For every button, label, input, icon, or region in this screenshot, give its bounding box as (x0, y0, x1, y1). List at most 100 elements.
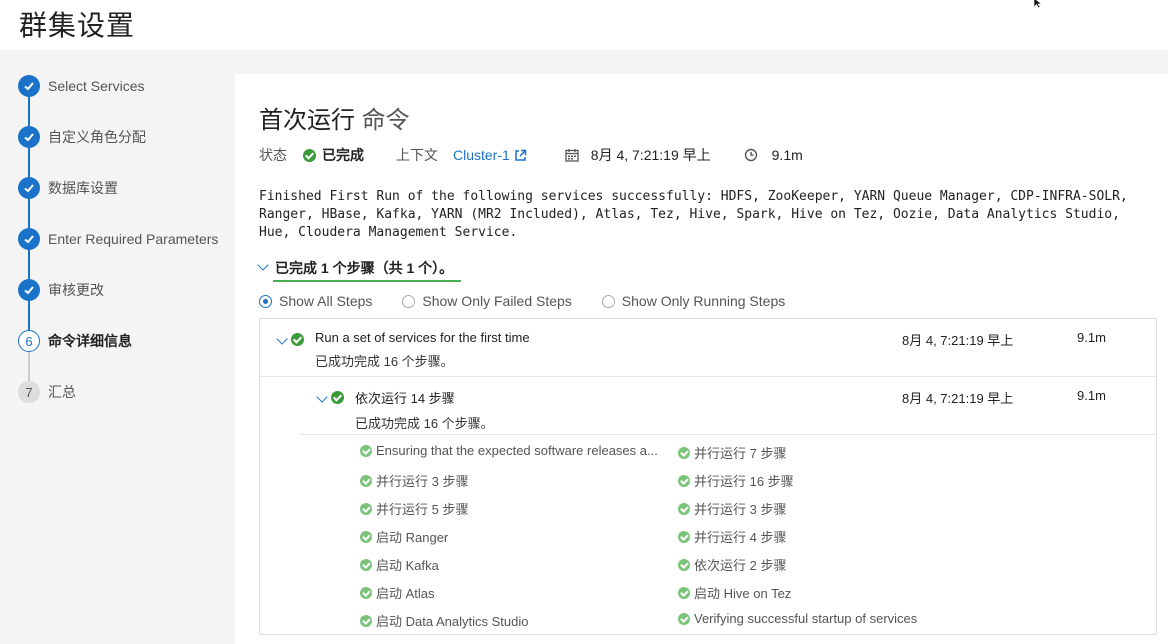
check-icon (18, 177, 40, 199)
external-link-icon[interactable] (514, 149, 527, 162)
top-header: 群集设置 (0, 0, 1168, 50)
command-title-suffix: 命令 (361, 107, 410, 134)
substep-item[interactable]: 启动 Hive on Tez (678, 583, 791, 602)
success-icon (360, 444, 372, 457)
page-title: 群集设置 (19, 10, 136, 41)
success-icon (678, 474, 690, 487)
success-icon (360, 502, 372, 515)
mouse-cursor-icon (1033, 0, 1043, 8)
step-row-child[interactable]: 依次运行 14 步骤 已成功完成 16 个步骤。 (355, 388, 494, 432)
step-number: 6 (18, 330, 40, 352)
step-title: 依次运行 14 步骤 (355, 391, 455, 406)
radio-icon[interactable] (601, 294, 615, 308)
clock-icon (744, 148, 757, 162)
success-icon (678, 586, 690, 599)
calendar-icon (565, 149, 579, 162)
context-link[interactable]: Cluster-1 (453, 147, 510, 163)
wizard-step-database-setup[interactable]: 数据库设置 (18, 176, 118, 200)
step-number: 7 (18, 381, 40, 403)
wizard-connector (28, 249, 30, 279)
check-icon (18, 279, 40, 301)
wizard-connector (28, 147, 30, 177)
substep-item[interactable]: 启动 Ranger (360, 527, 448, 546)
substep-item[interactable]: 并行运行 7 步骤 (678, 443, 786, 462)
command-details-panel: 首次运行 命令 状态 已完成 上下文 Cluster-1 8月 4, 7:21:… (235, 74, 1168, 644)
wizard-connector (28, 300, 30, 330)
step-time: 8月 4, 7:21:19 早上 (902, 333, 1014, 348)
success-icon (303, 148, 316, 162)
substep-item[interactable]: 启动 Data Analytics Studio (360, 611, 528, 630)
wizard-step-select-services[interactable]: Select Services (18, 74, 144, 98)
substep-item[interactable]: 启动 Kafka (360, 555, 439, 574)
success-icon (678, 446, 690, 459)
wizard-connector (28, 96, 30, 126)
wizard-step-command-details[interactable]: 6 命令详细信息 (18, 329, 132, 353)
substep-item[interactable]: 并行运行 5 步骤 (360, 499, 468, 518)
substep-item[interactable]: 依次运行 2 步骤 (678, 555, 786, 574)
wizard-sidebar: Select Services 自定义角色分配 数据库设置 Enter Requ… (0, 60, 235, 644)
wizard-step-label: 汇总 (48, 384, 76, 400)
success-icon (291, 333, 304, 346)
filter-all-steps[interactable]: Show All Steps (259, 293, 372, 309)
wizard-connector (28, 198, 30, 228)
step-duration: 9.1m (1077, 388, 1106, 403)
substep-item[interactable]: 并行运行 3 步骤 (678, 499, 786, 518)
step-subtitle: 已成功完成 16 个步骤。 (355, 416, 494, 431)
status-label: 状态 (259, 147, 287, 163)
row-divider (260, 376, 1156, 377)
success-icon (360, 586, 372, 599)
success-icon (360, 614, 372, 627)
wizard-connector (28, 351, 30, 381)
steps-tree: Run a set of services for the first time… (259, 318, 1157, 635)
wizard-step-summary[interactable]: 7 汇总 (18, 380, 76, 404)
command-name: 首次运行 (259, 107, 355, 134)
step-row-top[interactable]: Run a set of services for the first time… (315, 330, 530, 370)
wizard-step-label: 自定义角色分配 (48, 129, 146, 145)
success-icon (678, 502, 690, 515)
check-icon (18, 228, 40, 250)
step-time: 8月 4, 7:21:19 早上 (902, 391, 1014, 406)
wizard-step-label: 命令详细信息 (48, 333, 132, 349)
success-icon (331, 391, 344, 404)
status-value: 已完成 (322, 147, 364, 163)
success-icon (360, 474, 372, 487)
chevron-down-icon[interactable] (316, 391, 328, 403)
filter-failed-steps[interactable]: Show Only Failed Steps (402, 293, 572, 309)
result-message: Finished First Run of the following serv… (259, 189, 1128, 240)
wizard-step-label: 审核更改 (48, 282, 104, 298)
check-icon (18, 75, 40, 97)
chevron-down-icon[interactable] (276, 333, 288, 345)
step-filters: Show All Steps Show Only Failed Steps Sh… (259, 293, 815, 309)
wizard-step-review-changes[interactable]: 审核更改 (18, 278, 104, 302)
success-icon (678, 612, 690, 625)
step-duration: 9.1m (1077, 330, 1106, 345)
success-icon (678, 530, 690, 543)
command-title: 首次运行 命令 (259, 100, 410, 135)
steps-summary-toggle[interactable]: 已完成 1 个步骤（共 1 个）。 (257, 258, 461, 282)
chevron-down-icon[interactable] (257, 259, 269, 271)
command-date: 8月 4, 7:21:19 早上 (590, 147, 711, 163)
radio-selected-icon[interactable] (259, 294, 272, 308)
step-title: Run a set of services for the first time (315, 330, 530, 345)
row-divider (300, 434, 1156, 435)
substep-item[interactable]: Ensuring that the expected software rele… (360, 443, 658, 458)
substep-item[interactable]: 启动 Atlas (360, 583, 435, 602)
step-subtitle: 已成功完成 16 个步骤。 (315, 354, 454, 369)
filter-running-steps[interactable]: Show Only Running Steps (601, 293, 785, 309)
command-duration: 9.1m (771, 147, 803, 163)
context-label: 上下文 (396, 147, 438, 163)
success-icon (360, 558, 372, 571)
substep-item[interactable]: 并行运行 16 步骤 (678, 471, 794, 490)
wizard-step-role-assignment[interactable]: 自定义角色分配 (18, 125, 146, 149)
substep-item[interactable]: 并行运行 4 步骤 (678, 527, 786, 546)
wizard-step-label: Enter Required Parameters (48, 231, 219, 247)
command-meta: 状态 已完成 上下文 Cluster-1 8月 4, 7:21:19 早上 9.… (259, 145, 803, 165)
wizard-step-label: 数据库设置 (48, 180, 118, 196)
radio-icon[interactable] (402, 294, 416, 308)
wizard-step-label: Select Services (48, 78, 145, 94)
substep-item[interactable]: Verifying successful startup of services (678, 611, 917, 626)
success-icon (678, 558, 690, 571)
steps-summary-text: 已完成 1 个步骤（共 1 个）。 (275, 260, 454, 276)
substep-item[interactable]: 并行运行 3 步骤 (360, 471, 468, 490)
wizard-step-required-parameters[interactable]: Enter Required Parameters (18, 227, 218, 251)
